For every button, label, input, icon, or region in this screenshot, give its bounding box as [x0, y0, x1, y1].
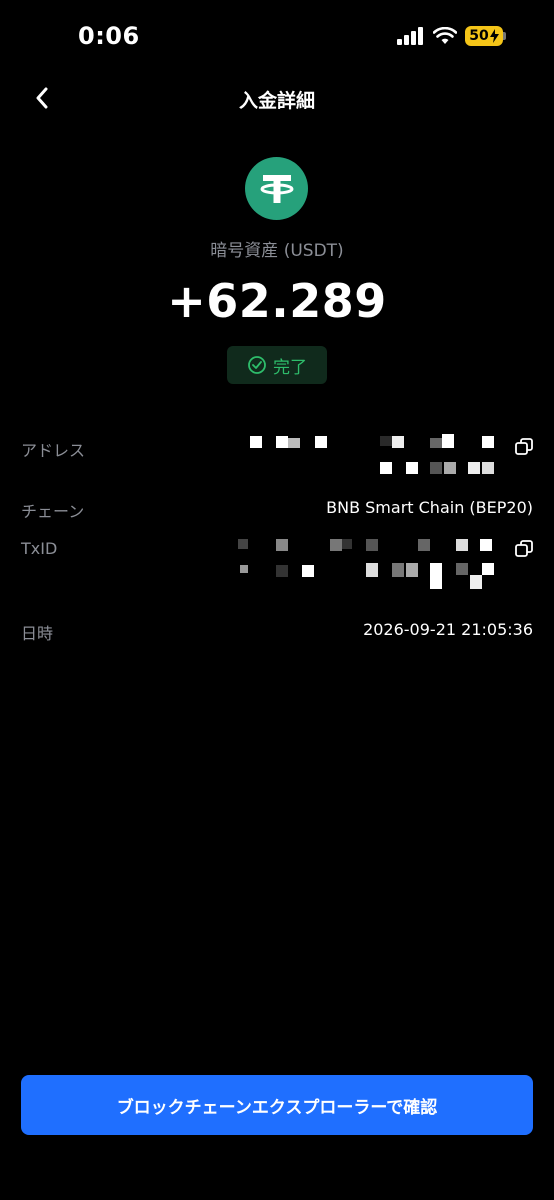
explorer-button[interactable]: ブロックチェーンエクスプローラーで確認 [21, 1075, 533, 1135]
status-badge: 完了 [227, 346, 327, 384]
signal-icon [397, 27, 423, 45]
copy-address-icon[interactable] [514, 437, 534, 457]
usdt-logo [245, 157, 308, 220]
chain-value: BNB Smart Chain (BEP20) [326, 498, 533, 517]
chain-label: チェーン [21, 502, 85, 521]
status-time: 0:06 [78, 22, 140, 50]
wifi-icon [433, 27, 457, 44]
txid-value-redacted [230, 535, 510, 591]
status-icons: 50 [397, 26, 506, 46]
status-text: 完了 [273, 357, 307, 378]
check-circle-icon [248, 356, 266, 374]
address-value-redacted [240, 432, 510, 478]
charging-bolt-icon [489, 29, 499, 43]
address-label: アドレス [21, 441, 86, 460]
battery-level: 50 [469, 28, 489, 44]
nav-bar: 入金詳細 [0, 78, 554, 118]
datetime-label: 日時 [21, 624, 54, 643]
battery-icon: 50 [465, 26, 503, 46]
battery-cap [503, 32, 506, 40]
tether-icon [260, 174, 293, 203]
copy-txid-icon[interactable] [514, 539, 534, 559]
txid-label: TxID [21, 539, 58, 558]
asset-label: 暗号資産 (USDT) [210, 241, 344, 261]
status-bar: 0:06 50 [0, 0, 554, 70]
datetime-value: 2026-09-21 21:05:36 [363, 620, 533, 639]
amount-value: +62.289 [167, 274, 387, 328]
page-title: 入金詳細 [238, 90, 315, 112]
